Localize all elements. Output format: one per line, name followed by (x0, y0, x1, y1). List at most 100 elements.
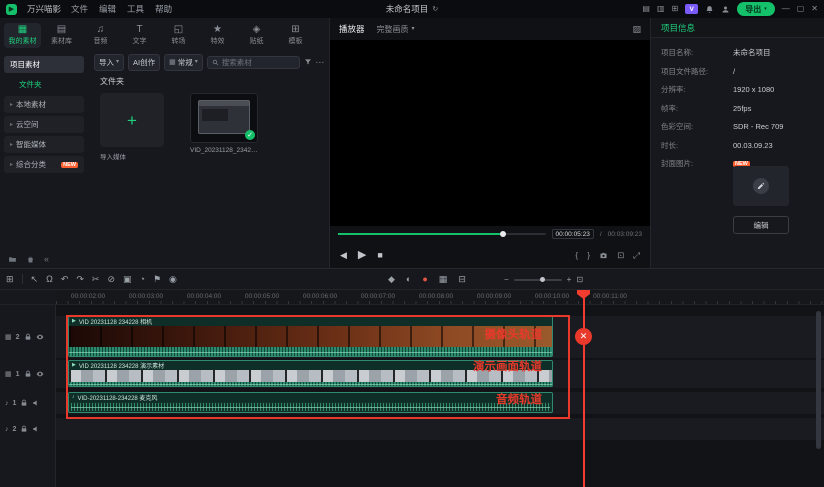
sidebar-item-local-media[interactable]: ▸ 本地素材 (4, 96, 84, 113)
menu-edit[interactable]: 编辑 (99, 3, 116, 15)
zoom-out-icon[interactable]: − (504, 275, 509, 284)
filter-icon[interactable] (304, 58, 312, 66)
sidebar-item-folder[interactable]: 文件夹 (4, 76, 84, 93)
stop-button[interactable]: ■ (377, 250, 382, 260)
tab-effects[interactable]: ★ 特效 (199, 23, 236, 48)
search-input[interactable] (221, 57, 295, 67)
tab-text[interactable]: T 文字 (121, 23, 158, 48)
account-avatar-icon[interactable] (721, 5, 730, 14)
preview-seekbar[interactable] (338, 231, 546, 237)
checkmark-icon: ✓ (245, 130, 255, 140)
track-manager-icon[interactable]: ⊞ (6, 274, 14, 284)
timeline-tracks: ▦ 2 ▦ 1 ♪ 1 ♪ 2 ▶ VID 20231128 234228 相机… (0, 305, 824, 487)
audio-icon: ♫ (96, 23, 105, 35)
record-icon[interactable]: ● (422, 275, 427, 284)
zoom-in-icon[interactable]: + (567, 275, 572, 284)
export-frame-icon[interactable]: ⊟ (458, 275, 466, 284)
ai-create-button[interactable]: AI创作 (128, 53, 161, 71)
sidebar-item-cloud[interactable]: ▸ 云空间 (4, 116, 84, 133)
delete-clip-icon[interactable]: ⊘ (107, 274, 115, 284)
tab-player[interactable]: 播放器 (339, 23, 365, 35)
minimize-button[interactable]: — (782, 5, 790, 13)
mask-icon[interactable]: ◐ (406, 275, 411, 284)
divider (21, 274, 23, 284)
timeline-ruler[interactable]: 00:00:02:00 00:00:03:00 00:00:04:00 00:0… (56, 290, 824, 305)
previous-frame-button[interactable]: ◀ (340, 250, 347, 260)
marker-icon[interactable]: ⚑ (153, 274, 161, 284)
snapshot-icon[interactable] (599, 251, 608, 260)
speaker-icon[interactable] (32, 425, 40, 433)
import-media-tile[interactable]: + (100, 93, 164, 147)
media-item-video[interactable]: ✓ (190, 93, 258, 143)
close-button[interactable]: ✕ (811, 5, 818, 13)
menu-file[interactable]: 文件 (71, 3, 88, 15)
field-project-name: 项目名称: 未命名项目 (661, 48, 771, 57)
annotation-screen-track-label: 演示画面轨道 (473, 361, 542, 373)
seekbar-handle[interactable] (499, 231, 506, 237)
panel-layout-icon[interactable]: ▥ (657, 5, 665, 13)
tab-my-media[interactable]: ▦ 我的素材 (4, 22, 41, 48)
speaker-icon[interactable] (32, 399, 40, 407)
tab-audio[interactable]: ♫ 音频 (82, 23, 119, 48)
keyframe-icon[interactable]: ◆ (388, 275, 395, 284)
sort-dropdown[interactable]: ▦ 常规 ▾ (164, 53, 203, 71)
magnet-snap-icon[interactable]: Ω (46, 274, 53, 284)
tab-templates[interactable]: ⊞ 模板 (277, 23, 314, 48)
speed-icon[interactable]: ◔ (140, 274, 145, 284)
mark-in-icon[interactable]: { (575, 251, 578, 260)
pointer-tool-icon[interactable]: ↖ (31, 274, 39, 284)
mark-out-icon[interactable]: } (587, 251, 590, 260)
play-button[interactable]: ▶ (358, 249, 366, 261)
zoom-slider[interactable] (513, 276, 562, 282)
vertical-scrollbar[interactable] (816, 311, 821, 449)
zoom-slider-handle[interactable] (540, 276, 546, 282)
save-status-icon: ↻ (432, 5, 439, 13)
template-icon: ⊞ (291, 23, 300, 35)
render-preview-icon[interactable]: ▦ (439, 275, 448, 284)
tab-stock-media[interactable]: ▤ 素材库 (43, 23, 80, 48)
preview-quality-dropdown[interactable]: 完整画质 ▾ (377, 24, 415, 35)
media-toolbar: 导入 ▾ AI创作 ▦ 常规 ▾ ⋯ (88, 52, 330, 72)
workspace-layout-icon[interactable]: ▤ (642, 5, 650, 13)
eye-icon[interactable] (36, 333, 44, 341)
fit-timeline-icon[interactable]: ⊡ (576, 275, 583, 284)
lock-icon[interactable] (24, 333, 32, 341)
sidebar-item-project-media[interactable]: 项目素材 (4, 56, 84, 73)
export-button[interactable]: 导出 ▾ (737, 2, 775, 16)
fullscreen-icon[interactable]: ⤢ (633, 251, 640, 260)
split-view-icon[interactable]: ⊞ (672, 5, 679, 13)
clip-microphone-audio[interactable]: ♪ VID-20231128-234228 麦克风 (68, 392, 553, 413)
field-framerate: 帧率: 25fps (661, 103, 752, 113)
voiceover-icon[interactable]: ◉ (169, 274, 177, 284)
lock-icon[interactable] (20, 399, 28, 407)
sidebar-item-smart-media[interactable]: ▸ 智能媒体 (4, 136, 84, 153)
sidebar-item-categories[interactable]: ▸ 综合分类 NEW (4, 156, 84, 173)
maximize-button[interactable]: ▢ (797, 5, 805, 13)
crop-icon[interactable]: ▣ (123, 274, 132, 284)
clip-camera-video[interactable]: ▶ VID 20231128 234228 相机 (68, 316, 553, 357)
more-options-icon[interactable]: ⋯ (316, 58, 325, 67)
notification-bell-icon[interactable] (705, 5, 714, 14)
menu-tools[interactable]: 工具 (127, 3, 144, 15)
menu-help[interactable]: 帮助 (155, 3, 172, 15)
split-icon[interactable]: ✂ (92, 274, 100, 284)
vip-membership-icon[interactable]: V (685, 4, 699, 14)
preview-viewport[interactable] (330, 40, 650, 226)
new-folder-icon[interactable] (8, 255, 17, 264)
image-overlay-icon[interactable]: ▨ (632, 24, 641, 34)
delete-icon[interactable] (26, 255, 35, 264)
redo-icon[interactable]: ↷ (76, 274, 84, 284)
undo-icon[interactable]: ↶ (61, 274, 69, 284)
playhead-line[interactable] (583, 290, 585, 487)
fit-screen-icon[interactable]: ⊡ (617, 251, 624, 260)
eye-icon[interactable] (36, 370, 44, 378)
collapse-panel-icon[interactable]: « (44, 254, 49, 264)
import-button[interactable]: 导入 ▾ (94, 53, 125, 71)
field-duration: 时长: 00.03.09.23 (661, 140, 773, 150)
tab-stickers[interactable]: ◈ 贴纸 (238, 23, 275, 48)
lock-icon[interactable] (24, 370, 32, 378)
edit-cover-button[interactable] (753, 178, 769, 194)
lock-icon[interactable] (20, 425, 28, 433)
edit-button[interactable]: 编辑 (733, 216, 789, 234)
tab-transitions[interactable]: ◱ 转场 (160, 23, 197, 48)
